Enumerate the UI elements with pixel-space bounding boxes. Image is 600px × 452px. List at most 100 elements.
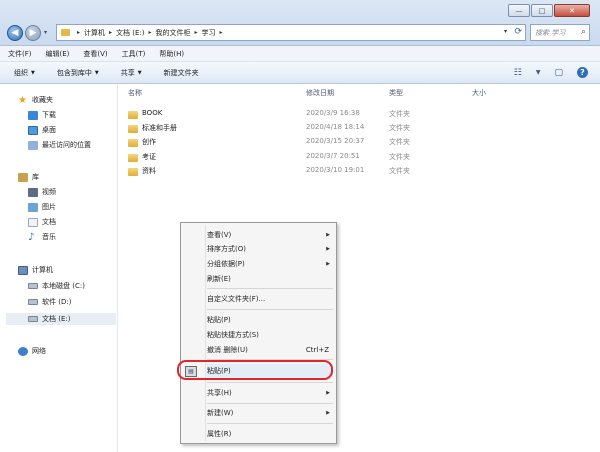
- drive-icon: [28, 283, 38, 289]
- menu-item-properties[interactable]: 属性(R): [207, 427, 333, 440]
- view-options-icon[interactable]: ☷: [514, 68, 522, 78]
- arrow-left-icon: ◀: [11, 28, 19, 38]
- file-row[interactable]: 标准和手册 2020/4/18 18:14 文件夹: [126, 123, 426, 136]
- breadcrumb-root-arrow[interactable]: ▸: [73, 29, 80, 36]
- minimize-button[interactable]: —: [508, 4, 530, 17]
- submenu-arrow-icon: ▶: [326, 260, 330, 267]
- nav-music[interactable]: ♪ 音乐: [28, 231, 56, 243]
- column-type[interactable]: 类型: [389, 88, 403, 98]
- nav-videos[interactable]: 视频: [28, 186, 56, 198]
- maximize-button[interactable]: □: [531, 4, 553, 17]
- back-button[interactable]: ◀: [7, 25, 23, 41]
- include-in-library-button[interactable]: 包含到库中 ▼: [57, 68, 99, 78]
- file-type: 文件夹: [389, 124, 410, 132]
- breadcrumb-drive-e[interactable]: 文档 (E:) ▸: [116, 28, 151, 38]
- share-button[interactable]: 共享 ▼: [121, 68, 142, 78]
- breadcrumb-computer[interactable]: 计算机 ▸: [84, 28, 112, 38]
- menu-bar: 文件(F) 编辑(E) 查看(V) 工具(T) 帮助(H): [0, 46, 600, 62]
- music-icon: ♪: [28, 231, 35, 243]
- file-name: BOOK: [142, 109, 163, 117]
- file-row[interactable]: BOOK 2020/3/9 16:38 文件夹: [126, 109, 426, 122]
- menu-file[interactable]: 文件(F): [8, 49, 32, 59]
- nav-downloads[interactable]: 下载: [28, 109, 56, 121]
- menu-item-refresh[interactable]: 刷新(E): [207, 272, 333, 285]
- address-bar[interactable]: ▸ 计算机 ▸ 文档 (E:) ▸ 我的文件柜 ▸ 学习 ▸ ▾ ⟳: [56, 24, 526, 41]
- menu-separator: [207, 423, 333, 424]
- new-folder-button[interactable]: 新建文件夹: [164, 68, 199, 78]
- menu-item-new[interactable]: 新建(W) ▶: [207, 406, 333, 419]
- file-type: 文件夹: [389, 153, 410, 161]
- menu-item-share[interactable]: 共享(H) ▶: [207, 386, 333, 399]
- help-icon[interactable]: ?: [577, 67, 588, 78]
- nav-desktop[interactable]: 桌面: [28, 124, 56, 136]
- column-size[interactable]: 大小: [472, 88, 486, 98]
- folder-icon: [128, 168, 138, 176]
- file-row[interactable]: 考证 2020/3/7 20:51 文件夹: [126, 152, 426, 165]
- submenu-arrow-icon: ▶: [326, 245, 330, 252]
- menu-item-sort[interactable]: 排序方式(O) ▶: [207, 242, 333, 255]
- submenu-arrow-icon: ▶: [326, 231, 330, 238]
- menu-separator: [207, 288, 333, 289]
- nav-drive-c[interactable]: 本地磁盘 (C:): [28, 280, 85, 292]
- close-button[interactable]: ✕: [554, 4, 590, 17]
- nav-pictures[interactable]: 图片: [28, 201, 56, 213]
- chevron-down-icon: ▼: [31, 69, 35, 76]
- menu-item-group[interactable]: 分组依据(P) ▶: [207, 257, 333, 270]
- search-placeholder: 搜索 学习: [535, 28, 566, 37]
- view-dropdown-icon[interactable]: ▼: [536, 69, 541, 76]
- menu-edit[interactable]: 编辑(E): [46, 49, 70, 59]
- file-type: 文件夹: [389, 138, 410, 146]
- nav-network[interactable]: 网络: [18, 345, 46, 357]
- breadcrumb-my-cabinet[interactable]: 我的文件柜 ▸: [156, 28, 198, 38]
- arrow-right-icon: ▶: [29, 28, 37, 38]
- organize-button[interactable]: 组织 ▼: [14, 68, 35, 78]
- search-input[interactable]: 搜索 学习 ⌕: [530, 24, 590, 41]
- nav-documents[interactable]: 文档: [28, 216, 56, 228]
- nav-libraries[interactable]: 库: [18, 171, 39, 183]
- menu-item-paste-shortcut[interactable]: 粘贴快捷方式(S): [207, 328, 333, 341]
- nav-computer[interactable]: 计算机: [18, 264, 53, 276]
- column-headers: 名称 修改日期 类型 大小: [126, 88, 596, 100]
- menu-item-paste[interactable]: 粘贴(P): [207, 313, 333, 326]
- drive-icon: [28, 316, 38, 322]
- file-name: 标准和手册: [142, 124, 177, 132]
- menu-item-customize[interactable]: 自定义文件夹(F)...: [207, 292, 333, 305]
- drive-icon: [28, 299, 38, 305]
- menu-tools[interactable]: 工具(T): [122, 49, 146, 59]
- search-icon[interactable]: ⌕: [581, 27, 586, 37]
- document-icon: [28, 217, 38, 227]
- file-date: 2020/4/18 18:14: [306, 123, 365, 131]
- column-name[interactable]: 名称: [128, 88, 142, 98]
- folder-icon: [61, 29, 70, 36]
- window-controls: — □ ✕: [507, 4, 590, 17]
- menu-separator: [207, 309, 333, 310]
- nav-drive-e[interactable]: 文档 (E:): [6, 313, 116, 325]
- command-bar: 组织 ▼ 包含到库中 ▼ 共享 ▼ 新建文件夹 ☷ ▼ ▢ ?: [0, 62, 600, 84]
- file-type: 文件夹: [389, 110, 410, 118]
- forward-button[interactable]: ▶: [25, 25, 41, 41]
- nav-favorites[interactable]: ★ 收藏夹: [18, 94, 53, 106]
- breadcrumb-study[interactable]: 学习 ▸: [202, 28, 223, 38]
- nav-recent-places[interactable]: 最近访问的位置: [28, 139, 91, 151]
- submenu-arrow-icon: ▶: [326, 409, 330, 416]
- chevron-down-icon: ▼: [137, 69, 142, 76]
- file-name: 创作: [142, 138, 156, 146]
- toolbar-right: ☷ ▼ ▢ ?: [500, 67, 588, 78]
- column-date[interactable]: 修改日期: [306, 88, 334, 98]
- recent-pages-dropdown[interactable]: ▾: [44, 29, 47, 36]
- refresh-icon[interactable]: ⟳: [514, 27, 522, 37]
- file-row[interactable]: 资料 2020/3/10 19:01 文件夹: [126, 166, 426, 179]
- menu-help[interactable]: 帮助(H): [159, 49, 184, 59]
- menu-view[interactable]: 查看(V): [83, 49, 107, 59]
- menu-item-undo-delete[interactable]: 撤消 删除(U) Ctrl+Z: [207, 343, 333, 356]
- file-row[interactable]: 创作 2020/3/15 20:37 文件夹: [126, 137, 426, 150]
- menu-separator: [207, 403, 333, 404]
- file-name: 资料: [142, 167, 156, 175]
- address-history-dropdown[interactable]: ▾: [504, 28, 507, 35]
- preview-pane-icon[interactable]: ▢: [554, 68, 563, 78]
- nav-drive-d[interactable]: 软件 (D:): [28, 296, 71, 308]
- folder-icon: [128, 125, 138, 133]
- menu-separator: [207, 382, 333, 383]
- menu-item-view[interactable]: 查看(V) ▶: [207, 228, 333, 241]
- computer-icon: [18, 265, 28, 275]
